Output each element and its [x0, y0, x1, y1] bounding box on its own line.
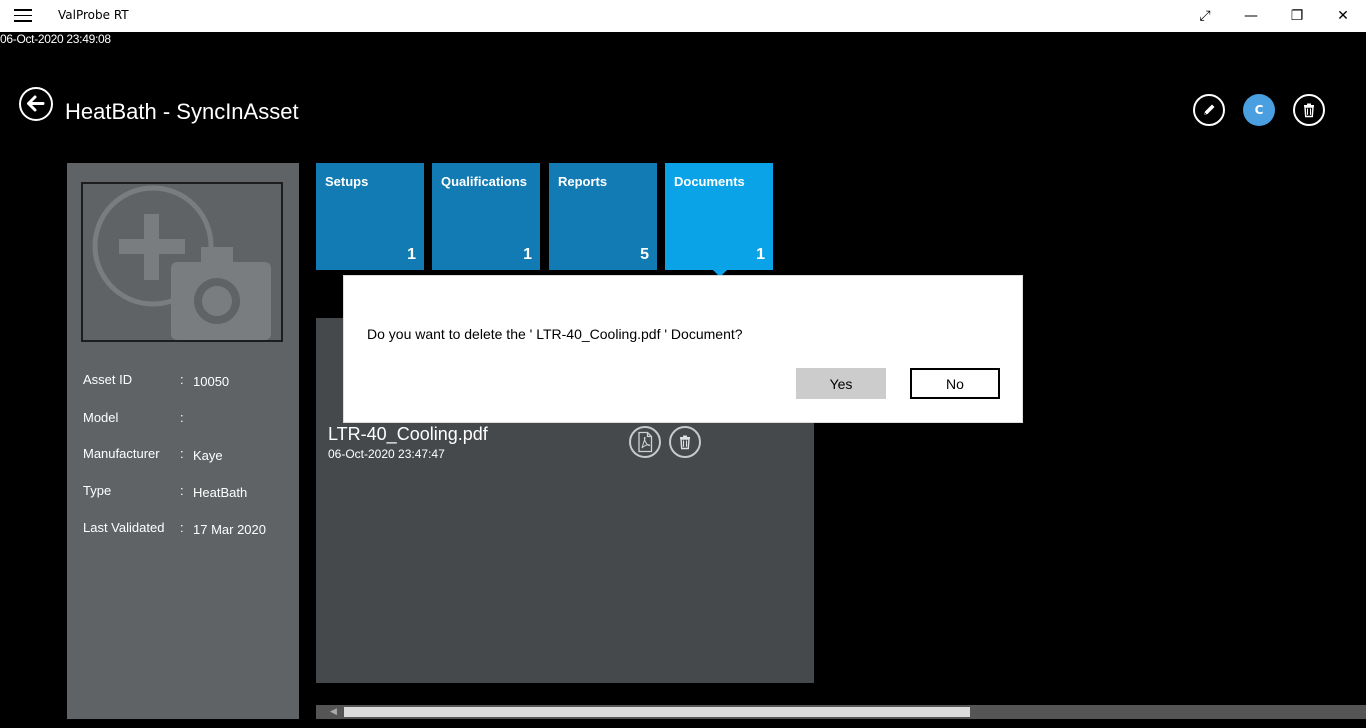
tab-qualifications[interactable]: Qualifications 1 [432, 163, 540, 270]
dialog-message: Do you want to delete the ' LTR-40_Cooli… [367, 326, 743, 342]
tile-count: 1 [756, 246, 765, 263]
tab-reports[interactable]: Reports 5 [549, 163, 657, 270]
trash-icon [1304, 103, 1314, 118]
scroll-left-icon[interactable]: ◀ [330, 705, 337, 719]
close-icon[interactable]: ✕ [1320, 0, 1366, 32]
separator: : [180, 446, 184, 461]
yes-button[interactable]: Yes [796, 368, 886, 399]
hamburger-menu-icon[interactable] [14, 9, 32, 23]
delete-confirmation-dialog: Do you want to delete the ' LTR-40_Cooli… [343, 275, 1023, 423]
separator: : [180, 520, 184, 535]
open-pdf-button[interactable] [629, 426, 661, 458]
model-label: Model [83, 410, 119, 425]
pencil-icon [1204, 104, 1215, 115]
separator: : [180, 372, 184, 387]
tile-label: Documents [674, 174, 745, 189]
tile-count: 1 [407, 246, 416, 263]
document-name[interactable]: LTR-40_Cooling.pdf [328, 424, 488, 445]
separator: : [180, 483, 184, 498]
manufacturer-label: Manufacturer [83, 446, 160, 461]
last-validated-value: 17 Mar 2020 [193, 522, 266, 537]
tile-count: 5 [640, 246, 649, 263]
last-validated-label: Last Validated [83, 520, 165, 535]
type-value: HeatBath [193, 485, 248, 500]
tile-count: 1 [523, 246, 532, 263]
add-photo-icon [92, 185, 271, 340]
tab-setups[interactable]: Setups 1 [316, 163, 424, 270]
tile-label: Reports [558, 174, 608, 189]
separator: : [180, 410, 184, 425]
page-title: HeatBath - SyncInAsset [65, 99, 299, 124]
asset-id-label: Asset ID [83, 372, 133, 387]
trash-icon [680, 435, 690, 450]
document-date: 06-Oct-2020 23:47:47 [328, 447, 445, 461]
back-button[interactable] [19, 87, 53, 121]
manufacturer-value: Kaye [193, 448, 223, 463]
tab-documents[interactable]: Documents 1 [665, 163, 773, 277]
minimize-icon[interactable]: — [1228, 0, 1274, 32]
horizontal-scrollbar[interactable]: ◀ [316, 705, 1366, 719]
arrow-left-icon [27, 95, 45, 112]
timestamp: 06-Oct-2020 23:49:08 [0, 32, 111, 46]
tile-label: Setups [325, 174, 369, 189]
app-title: ValProbe RT [58, 8, 129, 22]
type-label: Type [83, 483, 112, 498]
delete-asset-button[interactable] [1293, 94, 1325, 126]
asset-id-value: 10050 [193, 374, 230, 389]
restore-icon[interactable]: ❐ [1274, 0, 1320, 32]
fullscreen-icon[interactable]: ⤢ [1182, 0, 1228, 32]
delete-document-button[interactable] [669, 426, 701, 458]
add-photo-area[interactable] [81, 182, 283, 342]
asset-info-panel: Asset ID : 10050 Model : Manufacturer : … [67, 163, 299, 719]
edit-button[interactable] [1193, 94, 1225, 126]
no-button[interactable]: No [910, 368, 1000, 399]
avatar[interactable]: C [1243, 94, 1275, 126]
title-bar: ValProbe RT ⤢ — ❐ ✕ [0, 0, 1366, 32]
pdf-icon [638, 431, 653, 453]
scroll-thumb[interactable] [344, 707, 970, 717]
tile-label: Qualifications [441, 174, 527, 189]
